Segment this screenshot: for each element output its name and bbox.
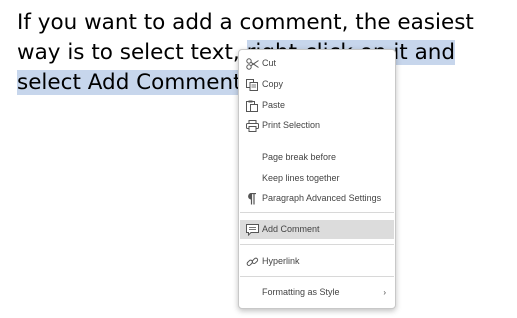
scissors-icon: [245, 57, 259, 70]
menu-item-label: Paragraph Advanced Settings: [262, 193, 382, 203]
menu-item-label: Add Comment: [262, 224, 320, 234]
menu-item-paste[interactable]: Paste: [240, 96, 394, 115]
menu-item-label: Copy: [262, 79, 284, 89]
document-page: If you want to add a comment, the easies…: [0, 0, 517, 318]
comment-icon: [245, 223, 259, 236]
menu-item-paragraph-advanced-settings[interactable]: Paragraph Advanced Settings: [240, 189, 394, 208]
menu-item-label: Print Selection: [262, 120, 321, 130]
menu-item-label: Cut: [262, 58, 277, 68]
paste-icon: [245, 99, 259, 112]
menu-item-copy[interactable]: Copy: [240, 75, 394, 94]
menu-separator: [240, 212, 394, 213]
menu-item-formatting-as-style[interactable]: Formatting as Style ›: [240, 283, 394, 302]
menu-item-keep-lines-together[interactable]: Keep lines together: [240, 169, 394, 188]
menu-separator: [240, 244, 394, 245]
menu-item-cut[interactable]: Cut: [240, 54, 394, 73]
submenu-arrow-icon: ›: [383, 288, 386, 297]
menu-item-label: Page break before: [262, 152, 337, 162]
menu-item-hyperlink[interactable]: Hyperlink: [240, 252, 394, 271]
paragraph-icon: [245, 192, 259, 205]
link-icon: [245, 255, 259, 268]
printer-icon: [245, 119, 259, 132]
menu-item-label: Paste: [262, 100, 286, 110]
menu-item-label: Keep lines together: [262, 173, 340, 183]
menu-item-print-selection[interactable]: Print Selection: [240, 116, 394, 135]
context-menu: Cut Copy Paste Print Selection Page brea…: [238, 49, 396, 309]
menu-item-label: Formatting as Style: [262, 287, 340, 297]
menu-item-page-break-before[interactable]: Page break before: [240, 148, 394, 167]
menu-item-label: Hyperlink: [262, 256, 300, 266]
copy-icon: [245, 78, 259, 91]
menu-item-add-comment[interactable]: Add Comment: [240, 220, 394, 239]
menu-separator: [240, 276, 394, 277]
